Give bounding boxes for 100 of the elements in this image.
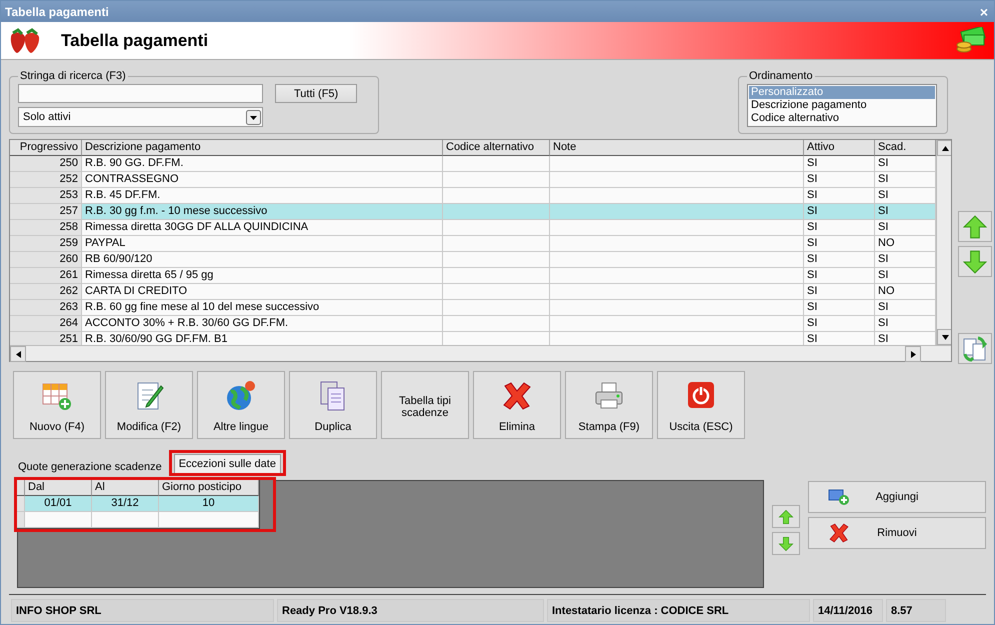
- status-panel: 14/11/2016: [813, 599, 883, 622]
- list-item[interactable]: Codice alternativo: [749, 112, 935, 125]
- table-cell: RB 60/90/120: [82, 252, 443, 268]
- table-cell: R.B. 60 gg fine mese al 10 del mese successivo: [82, 300, 443, 316]
- scroll-right-button[interactable]: [905, 346, 921, 362]
- toolbar-button[interactable]: Tabella tipi scadenze: [381, 371, 469, 439]
- tab[interactable]: Quote generazione scadenze: [13, 457, 167, 476]
- group-label: Ordinamento: [748, 70, 814, 82]
- group-label: Stringa di ricerca (F3): [19, 70, 127, 82]
- table-row[interactable]: 263 R.B. 60 gg fine mese al 10 del mese successivo SI SI: [10, 300, 936, 316]
- scroll-up-button[interactable]: [937, 140, 951, 156]
- list-item[interactable]: Descrizione pagamento: [749, 99, 935, 112]
- scroll-left-button[interactable]: [10, 346, 26, 362]
- empty-row[interactable]: [17, 512, 259, 528]
- toolbar-button[interactable]: Elimina: [473, 371, 561, 439]
- toolbar-button[interactable]: Uscita (ESC): [657, 371, 745, 439]
- triangle-icon: [942, 334, 948, 340]
- table-cell: R.B. 90 GG. DF.FM.: [82, 156, 443, 172]
- power-icon: [686, 380, 716, 410]
- column-header[interactable]: Dal: [25, 480, 92, 496]
- table-row[interactable]: 252 CONTRASSEGNO SI SI: [10, 172, 936, 188]
- table-row[interactable]: 262 CARTA DI CREDITO SI NO: [10, 284, 936, 300]
- table-cell: 252: [10, 172, 82, 188]
- triangle-icon: [16, 350, 20, 358]
- table-row[interactable]: 264 ACCONTO 30% + R.B. 30/60 GG DF.FM. SI SI: [10, 316, 936, 332]
- column-header[interactable]: Codice alternativo: [443, 140, 550, 156]
- status-panel: 8.57: [886, 599, 946, 622]
- column-header[interactable]: Attivo: [804, 140, 875, 156]
- money-icon: [956, 26, 986, 54]
- table-cell: SI: [804, 156, 875, 172]
- table-cell: 260: [10, 252, 82, 268]
- cross-icon: [828, 522, 850, 544]
- table-row[interactable]: 259 PAYPAL SI NO: [10, 236, 936, 252]
- toolbar-button[interactable]: Stampa (F9): [565, 371, 653, 439]
- table-cell: 257: [10, 204, 82, 220]
- refresh-button[interactable]: [958, 333, 992, 364]
- tab[interactable]: Eccezioni sulle date: [174, 454, 281, 473]
- table-row[interactable]: 01/01 31/12 10: [17, 496, 259, 512]
- search-field[interactable]: [18, 84, 263, 103]
- globe-icon: [225, 380, 257, 412]
- toolbar-button[interactable]: Nuovo (F4): [13, 371, 101, 439]
- table-cell: 250: [10, 156, 82, 172]
- table-row[interactable]: 260 RB 60/90/120 SI SI: [10, 252, 936, 268]
- table-cell: SI: [804, 236, 875, 252]
- column-header[interactable]: Al: [92, 480, 159, 496]
- table-cell: SI: [804, 252, 875, 268]
- add-window-icon: [828, 488, 850, 506]
- refresh-documents-icon: [962, 336, 988, 362]
- horizontal-scrollbar[interactable]: [10, 345, 951, 361]
- table-cell: 10: [159, 496, 259, 512]
- down-arrow-icon: [962, 248, 988, 274]
- move-down-button[interactable]: [772, 532, 800, 555]
- move-down-button[interactable]: [958, 246, 992, 277]
- move-up-button[interactable]: [958, 211, 992, 242]
- table-cell: 01/01: [25, 496, 92, 512]
- table-cell: 251: [10, 332, 82, 345]
- table-row[interactable]: 257 R.B. 30 gg f.m. - 10 mese successivo SI SI: [10, 204, 936, 220]
- up-arrow-icon: [778, 508, 794, 524]
- column-header[interactable]: Giorno posticipo: [159, 480, 259, 496]
- table-cell: 263: [10, 300, 82, 316]
- column-header[interactable]: Scad.: [875, 140, 936, 156]
- toolbar-button[interactable]: Modifica (F2): [105, 371, 193, 439]
- status-panel: Ready Pro V18.9.3: [277, 599, 544, 622]
- column-header[interactable]: Descrizione pagamento: [82, 140, 443, 156]
- column-header[interactable]: Note: [550, 140, 804, 156]
- column-header[interactable]: Progressivo: [10, 140, 82, 156]
- scroll-down-button[interactable]: [937, 329, 951, 345]
- vertical-scrollbar[interactable]: [936, 140, 951, 345]
- table-cell: 262: [10, 284, 82, 300]
- cross-icon: [501, 380, 533, 412]
- show-all-button[interactable]: Tutti (F5): [275, 84, 358, 103]
- table-cell: CARTA DI CREDITO: [82, 284, 443, 300]
- table-cell: 253: [10, 188, 82, 204]
- table-cell: SI: [804, 204, 875, 220]
- status-panel: Intestatario licenza : CODICE SRL: [547, 599, 810, 622]
- move-up-button[interactable]: [772, 505, 800, 528]
- table-cell: SI: [804, 300, 875, 316]
- page-title: Tabella pagamenti: [61, 30, 210, 50]
- table-cell: Rimessa diretta 65 / 95 gg: [82, 268, 443, 284]
- table-cell: CONTRASSEGNO: [82, 172, 443, 188]
- filter-dropdown[interactable]: Solo attivi: [18, 107, 263, 127]
- table-cell: ACCONTO 30% + R.B. 30/60 GG DF.FM.: [82, 316, 443, 332]
- triangle-icon: [942, 146, 948, 150]
- table-cell: SI: [804, 220, 875, 236]
- table-row[interactable]: 250 R.B. 90 GG. DF.FM. SI SI: [10, 156, 936, 172]
- down-arrow-icon: [778, 536, 794, 552]
- table-cell: R.B. 30 gg f.m. - 10 mese successivo: [82, 204, 443, 220]
- table-cell: PAYPAL: [82, 236, 443, 252]
- table-row[interactable]: 261 Rimessa diretta 65 / 95 gg SI SI: [10, 268, 936, 284]
- table-row[interactable]: 258 Rimessa diretta 30GG DF ALLA QUINDICINA SI SI: [10, 220, 936, 236]
- table-cell: 258: [10, 220, 82, 236]
- table-cell: SI: [804, 284, 875, 300]
- table-cell: SI: [804, 316, 875, 332]
- toolbar-button[interactable]: Altre lingue: [197, 371, 285, 439]
- toolbar-button[interactable]: Duplica: [289, 371, 377, 439]
- action-button[interactable]: Rimuovi: [808, 517, 986, 549]
- status-panel: INFO SHOP SRL: [11, 599, 274, 622]
- table-cell: 259: [10, 236, 82, 252]
- table-cell: 264: [10, 316, 82, 332]
- action-button[interactable]: Aggiungi: [808, 481, 986, 513]
